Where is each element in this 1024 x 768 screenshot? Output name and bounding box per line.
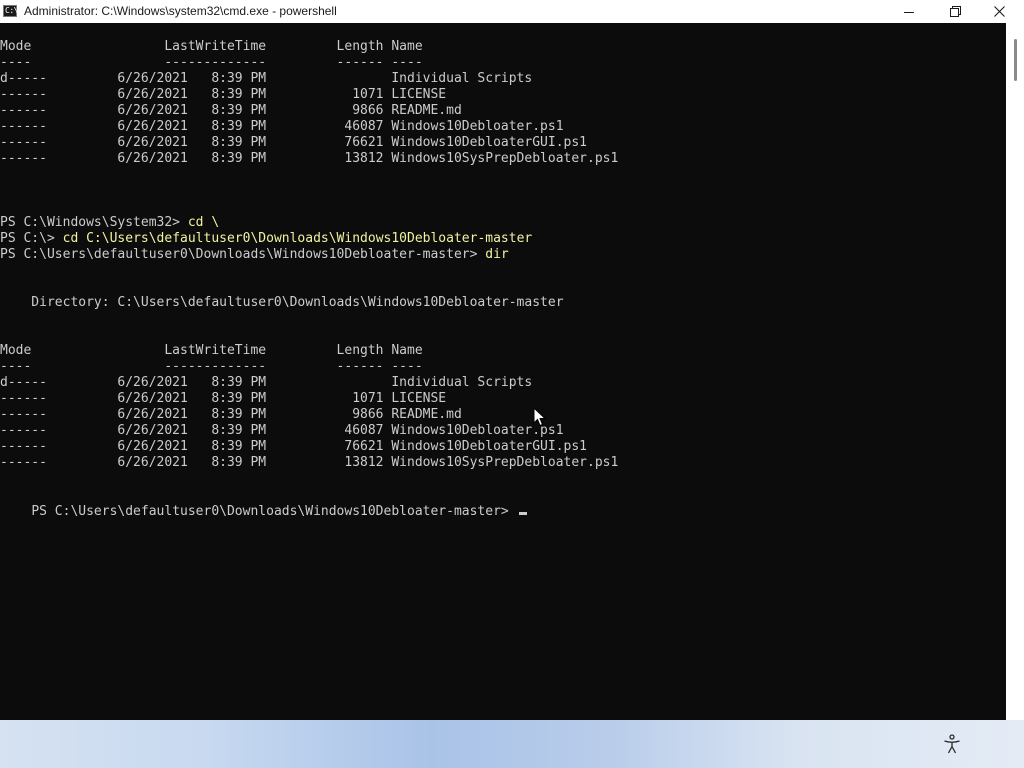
console-output: Mode LastWriteTime Length Name ---- -----… [0, 39, 618, 471]
console-output-area[interactable]: Mode LastWriteTime Length Name ---- -----… [0, 23, 1006, 720]
scrollbar-thumb[interactable] [1014, 39, 1017, 81]
console-line: ------ 6/26/2021 8:39 PM 13812 Windows10… [0, 455, 619, 470]
accessibility-icon [944, 734, 960, 754]
close-button[interactable] [976, 0, 1022, 23]
console-line: PS C:\Windows\System32> cd \ [0, 215, 220, 230]
console-line: Mode LastWriteTime Length Name [0, 343, 423, 358]
console-line: Mode LastWriteTime Length Name [0, 39, 423, 54]
console-line: PS C:\Users\defaultuser0\Downloads\Windo… [0, 247, 509, 262]
console-line: ------ 6/26/2021 8:39 PM 76621 Windows10… [0, 439, 587, 454]
console-line: ------ 6/26/2021 8:39 PM 9866 README.md [0, 103, 462, 118]
vertical-scrollbar[interactable] [1006, 23, 1024, 720]
command-text: dir [485, 247, 509, 262]
console-line: ------ 6/26/2021 8:39 PM 76621 Windows10… [0, 135, 587, 150]
maximize-button[interactable] [932, 0, 978, 23]
console-line: ------ 6/26/2021 8:39 PM 46087 Windows10… [0, 119, 564, 134]
console-line: Directory: C:\Users\defaultuser0\Downloa… [0, 295, 564, 310]
command-input[interactable] [509, 504, 517, 519]
console-app-icon[interactable]: C:\ [3, 5, 18, 17]
text-caret [518, 512, 527, 515]
command-text: cd \ [187, 215, 220, 230]
accessibility-button[interactable] [940, 732, 964, 756]
maximize-icon [949, 6, 961, 17]
console-app-icon-glyph: C:\ [5, 6, 18, 15]
console-line: d----- 6/26/2021 8:39 PM Individual Scri… [0, 71, 533, 86]
desktop-background [0, 720, 1024, 768]
console-line: ------ 6/26/2021 8:39 PM 9866 README.md [0, 407, 462, 422]
console-line: d----- 6/26/2021 8:39 PM Individual Scri… [0, 375, 533, 390]
title-bar[interactable]: C:\ Administrator: C:\Windows\system32\c… [0, 0, 1024, 24]
prompt-text: PS C:\Users\defaultuser0\Downloads\Windo… [31, 504, 509, 519]
minimize-icon [904, 11, 914, 13]
prompt-line[interactable]: PS C:\Users\defaultuser0\Downloads\Windo… [0, 488, 527, 519]
console-line: PS C:\> cd C:\Users\defaultuser0\Downloa… [0, 231, 533, 246]
console-line: ------ 6/26/2021 8:39 PM 13812 Windows10… [0, 151, 619, 166]
console-line: ------ 6/26/2021 8:39 PM 1071 LICENSE [0, 87, 447, 102]
minimize-button[interactable] [886, 0, 932, 23]
console-line: ---- ------------- ------ ---- [0, 55, 423, 70]
mouse-pointer-icon [533, 407, 547, 427]
command-text: cd C:\Users\defaultuser0\Downloads\Windo… [62, 231, 533, 246]
console-line: ------ 6/26/2021 8:39 PM 1071 LICENSE [0, 391, 447, 406]
console-line: ---- ------------- ------ ---- [0, 359, 423, 374]
close-icon [993, 6, 1005, 17]
window-title: Administrator: C:\Windows\system32\cmd.e… [24, 4, 337, 18]
console-line: ------ 6/26/2021 8:39 PM 46087 Windows10… [0, 423, 564, 438]
